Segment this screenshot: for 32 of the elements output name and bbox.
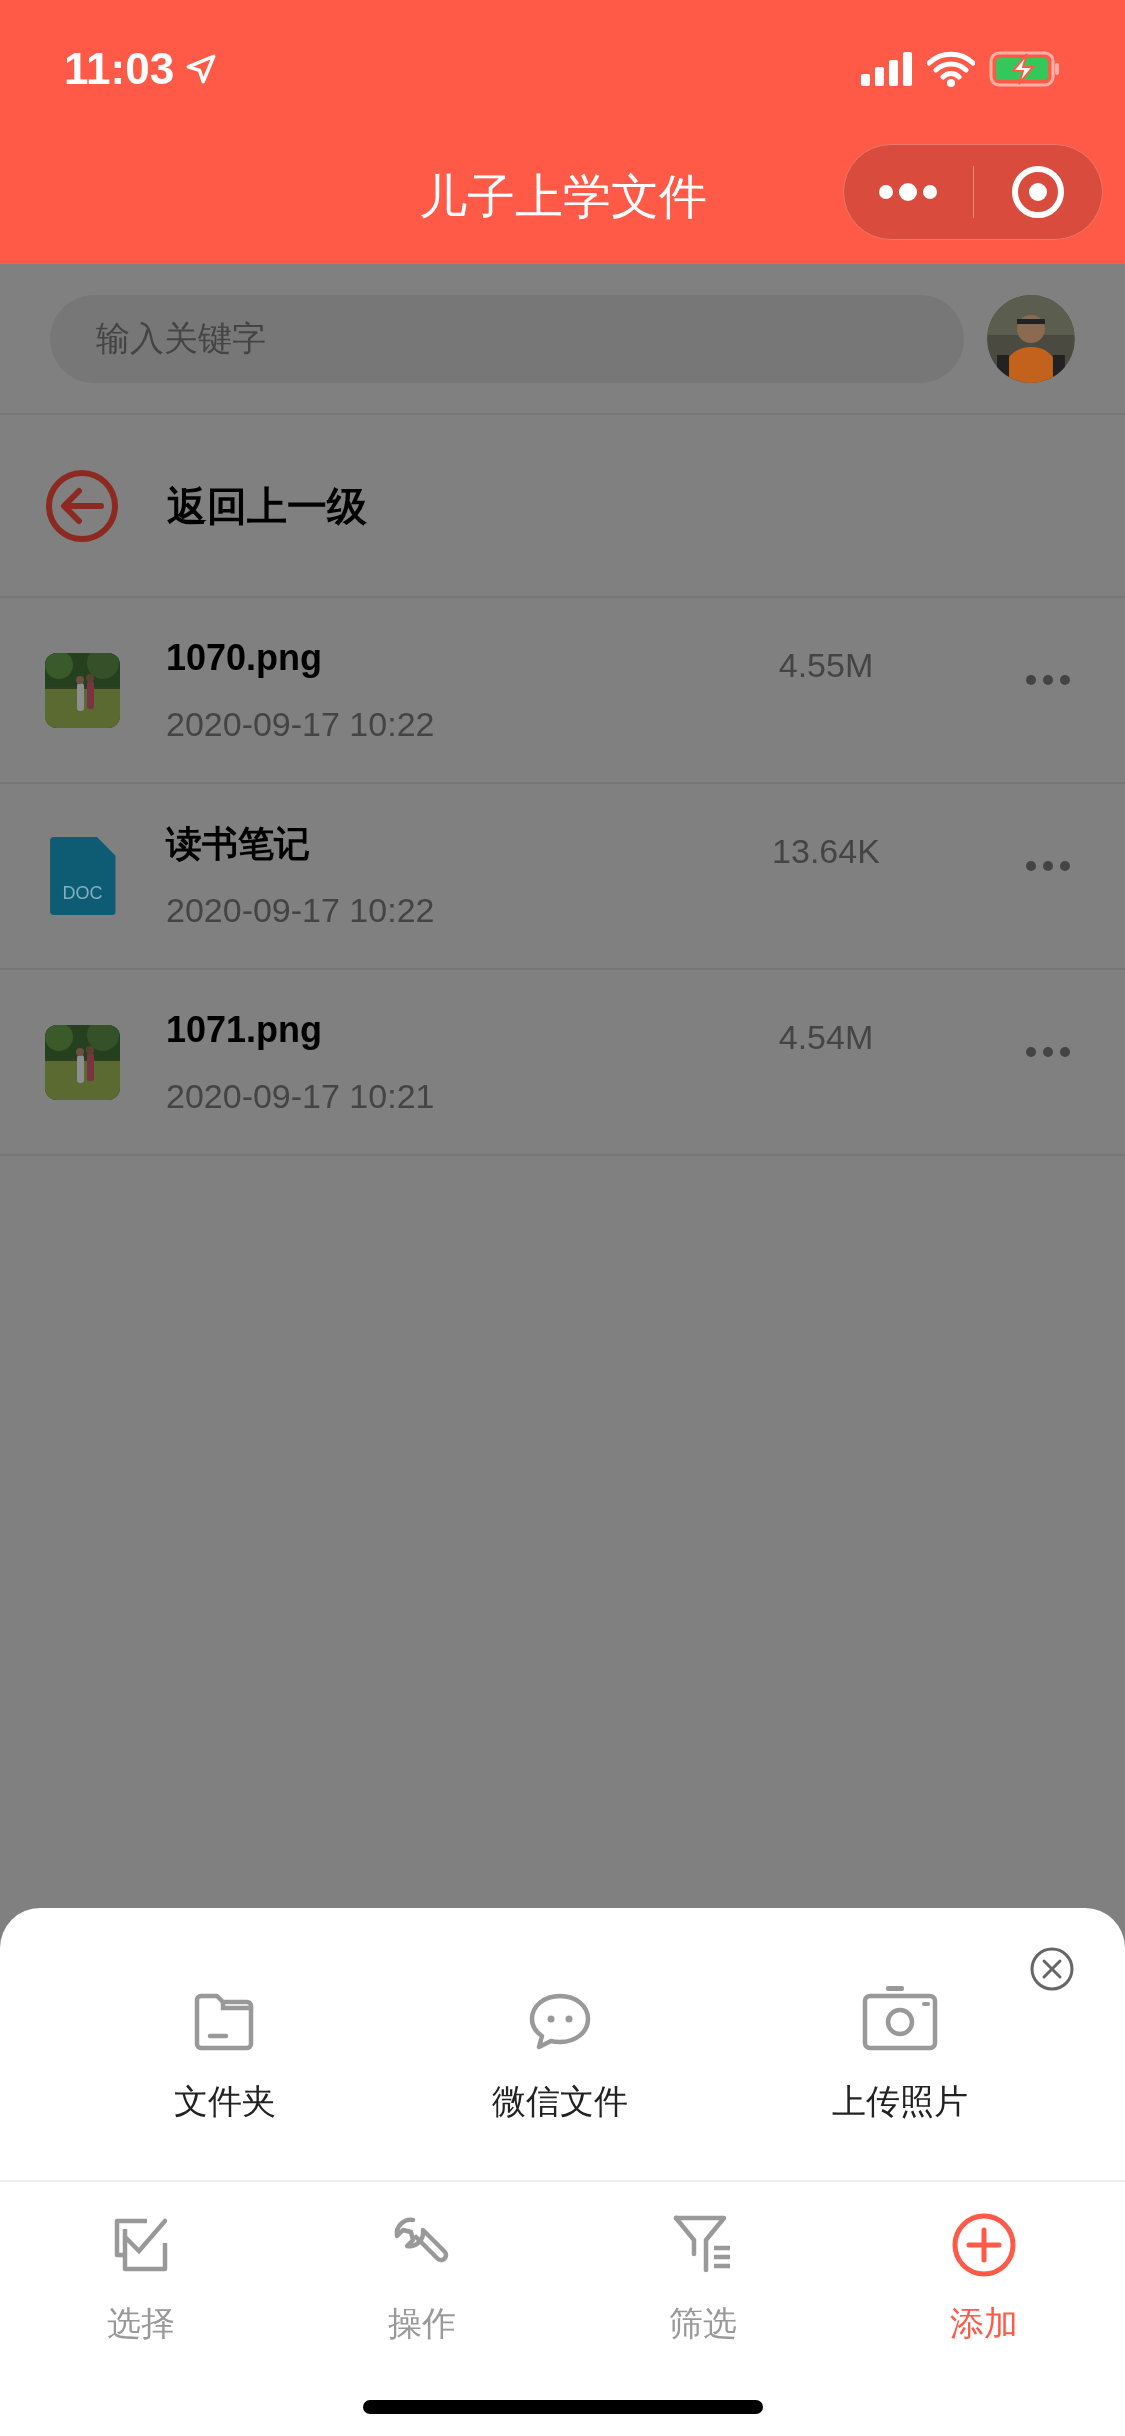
file-size: 4.55M: [778, 644, 874, 686]
close-icon[interactable]: [1029, 1946, 1075, 1992]
target-icon: [1010, 165, 1065, 219]
doc-file-icon: DOC: [49, 837, 116, 915]
sheet-option[interactable]: 文件夹: [50, 1980, 400, 2127]
more-icon: [877, 182, 940, 202]
tab[interactable]: 选择: [0, 2210, 282, 2349]
more-icon[interactable]: [1026, 861, 1070, 871]
camera-icon: [862, 1984, 938, 2052]
file-size: 4.54M: [778, 1016, 874, 1058]
file-date: 2020-09-17 10:22: [166, 889, 436, 931]
sheet-option[interactable]: 上传照片: [720, 1980, 1080, 2127]
wifi-icon: [927, 51, 975, 87]
status-time: 11:03: [64, 43, 175, 95]
page-title: 儿子上学文件: [418, 169, 707, 225]
add-circle-icon: [951, 2212, 1018, 2278]
file-name[interactable]: 1071.png: [166, 1002, 726, 1057]
back-label[interactable]: 返回上一级: [167, 475, 367, 536]
file-name[interactable]: 读书笔记: [166, 816, 726, 871]
file-name[interactable]: 1070.png: [166, 630, 726, 685]
file-date: 2020-09-17 10:21: [166, 1075, 436, 1117]
more-icon[interactable]: [1026, 1047, 1070, 1057]
tab[interactable]: 操作: [281, 2210, 563, 2349]
chat-bubble-icon: [528, 1992, 592, 2052]
signal-icon: [861, 52, 913, 86]
file-size: 13.64K: [772, 830, 880, 872]
battery-charging-icon: [989, 51, 1061, 87]
tab[interactable]: 添加: [843, 2210, 1125, 2349]
tab[interactable]: 筛选: [562, 2210, 844, 2349]
more-icon[interactable]: [1026, 675, 1070, 685]
file-date: 2020-09-17 10:22: [166, 703, 436, 745]
sheet-option[interactable]: 微信文件: [400, 1980, 720, 2127]
